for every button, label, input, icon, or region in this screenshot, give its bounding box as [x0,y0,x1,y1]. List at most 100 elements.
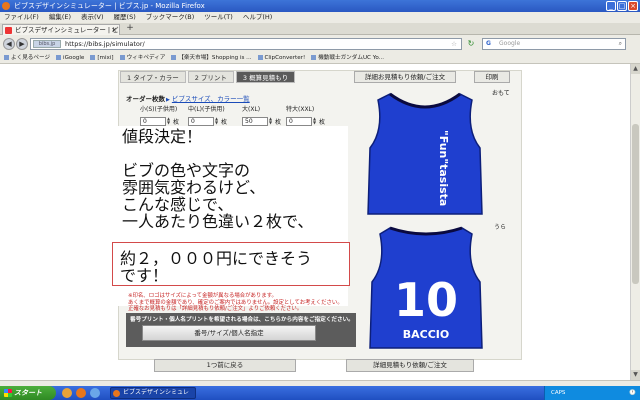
tab-simulator[interactable]: ビブスデザインシミュレーター | ビブス.jp × [2,24,120,44]
bookmark-item[interactable]: よく見るページ [4,53,50,63]
size-label: 特大(XXL) [286,106,315,113]
start-button[interactable]: スタート [0,386,56,400]
quick-launch-icon[interactable] [62,388,72,398]
number-size-name-button[interactable]: 番号/サイズ/個人名指定 [142,325,316,341]
reload-icon[interactable]: ↻ [466,39,476,49]
bookmark-item[interactable]: 機動戦士ガンダムUC Yo... [311,53,384,63]
size-xl: 大(XL) 50 ▲ ▼ 枚 [242,104,281,126]
annotation-text: 値段決定！ ビブの色や文字の 雰囲気変わるけど、 こんな感じで、 一人あたり色違… [122,127,314,231]
menu-help[interactable]: ヘルプ(H) [243,12,272,23]
tab-bar: ビブスデザインシミュレーター | ビブス.jp × + [0,23,640,44]
step-tabs: 1 タイプ・カラー 2 プリント 3 概算見積もり [120,71,297,83]
clock-icon: 🕐 [629,390,636,396]
step-estimate[interactable]: 3 概算見積もり [235,71,296,83]
bookmark-item[interactable]: 【楽天市場】Shopping is ... [171,53,251,63]
taskbar: スタート ビブスデザインシミュレー... CAPS 🕐 [0,386,640,400]
stepper-icon[interactable]: ▲ ▼ [269,117,273,126]
menu-file[interactable]: ファイル(F) [4,12,39,23]
front-label: おもて [492,90,510,97]
bib-back-name: BACCIO [403,328,450,341]
price-note-text: 約２，０００円にできそう です！ [120,249,313,285]
name-print-title: 番号プリント・個人名プリントを希望される場合は、こちらから内容をご指定ください。 [130,317,354,323]
menu-bookmarks[interactable]: ブックマーク(B) [146,12,195,23]
quantity-input[interactable]: 0 [188,117,214,126]
quick-launch [62,388,100,398]
search-icon[interactable]: ⌕ [619,39,622,49]
previous-step-button[interactable]: 1つ前に戻る [154,359,296,372]
bookmark-item[interactable]: ウィキペディア [120,53,166,63]
address-bar[interactable]: bibs.jp https://bibs.jp/simulator/ ☆ [30,38,462,50]
size-label: 大(XL) [242,106,261,113]
maximize-icon[interactable]: □ [617,1,627,11]
firefox-quick-icon[interactable] [76,388,86,398]
quantity-input[interactable]: 50 [242,117,268,126]
unit-label: 枚 [319,119,326,126]
unit-label: 枚 [173,119,180,126]
bookmark-star-icon[interactable]: ☆ [451,39,457,49]
scroll-up-icon[interactable]: ▲ [631,64,640,74]
size-s: 小(S)(子供用) 0 ▲ ▼ 枚 [140,104,179,126]
detailed-estimate-button[interactable]: 詳細見積もり依頼/ご注文 [346,359,474,372]
menu-view[interactable]: 表示(V) [81,12,104,23]
forward-arrow-icon[interactable]: ▶ [16,38,28,50]
scroll-down-icon[interactable]: ▼ [631,370,640,380]
estimate-warning: ※印名、ロゴはサイズによって金額が異なる場合があります。 あくまで概算の金額であ… [128,293,356,313]
bookmarks-bar: よく見るページ iGoogle [mixi] ウィキペディア 【楽天市場】Sho… [0,53,640,64]
warning-line: 正確なお見積もりは「詳細見積もり依頼/ご注文」よりご依頼ください。 [128,306,303,313]
search-placeholder: Google [499,40,521,47]
system-tray: CAPS 🕐 [544,386,640,400]
unit-label: 枚 [275,119,282,126]
order-count-label: オーダー枚数 [126,95,165,103]
size-xxl: 特大(XXL) 0 ▲ ▼ 枚 [286,104,325,126]
back-arrow-icon[interactable]: ◀ [3,38,15,50]
bookmark-item[interactable]: ClipConverter! [258,53,306,63]
new-tab-button[interactable]: + [124,24,136,34]
quantity-input[interactable]: 0 [140,117,166,126]
url-text: https://bibs.jp/simulator/ [65,40,145,48]
size-l: 中(L)(子供用) 0 ▲ ▼ 枚 [188,104,227,126]
quick-launch-icon[interactable] [90,388,100,398]
menu-history[interactable]: 履歴(S) [114,12,136,23]
window-title: ビブスデザインシミュレーター | ビブス.jp - Mozilla Firefo… [14,2,205,10]
bookmark-item[interactable]: [mixi] [90,53,113,63]
bib-back-preview: 10 BACCIO [369,226,483,349]
tab-close-icon[interactable]: × [111,25,117,35]
bib-front-body [367,93,483,215]
window-titlebar: ビブスデザインシミュレーター | ビブス.jp - Mozilla Firefo… [0,0,640,12]
bib-front-preview: "Fun"tasista [367,92,483,215]
bib-back-number: 10 [394,273,458,327]
bib-front-text: "Fun"tasista [437,130,450,206]
warning-line: ※印名、ロゴはサイズによって金額が異なる場合があります。 [128,293,277,299]
site-favicon-icon [5,27,12,34]
search-input[interactable]: G Google ⌕ [482,38,626,50]
google-icon: G [486,40,491,47]
close-icon[interactable]: × [628,1,638,11]
navigation-bar: ◀ ▶ bibs.jp https://bibs.jp/simulator/ ☆… [0,35,640,53]
minimize-icon[interactable]: _ [606,1,616,11]
size-label: 中(L)(子供用) [188,106,225,113]
unit-label: 枚 [221,119,228,126]
quantity-input[interactable]: 0 [286,117,312,126]
taskbar-window-button[interactable]: ビブスデザインシミュレー... [110,387,196,400]
menu-bar: ファイル(F) 編集(E) 表示(V) 履歴(S) ブックマーク(B) ツール(… [0,12,640,23]
size-color-link[interactable]: ビブスサイズ、カラー一覧 [166,93,250,103]
stepper-icon[interactable]: ▲ ▼ [215,117,219,126]
menu-edit[interactable]: 編集(E) [49,12,71,23]
bookmark-item[interactable]: iGoogle [56,53,84,63]
back-label: うら [494,224,507,231]
vertical-scrollbar[interactable]: ▲ ▼ [630,64,640,380]
menu-tools[interactable]: ツール(T) [204,12,233,23]
stepper-icon[interactable]: ▲ ▼ [313,117,317,126]
site-identity-badge[interactable]: bibs.jp [33,40,61,48]
window-controls: _ □ × [606,1,638,11]
print-button[interactable]: 印刷 [474,71,510,83]
firefox-icon [2,2,10,10]
scroll-thumb[interactable] [632,124,639,284]
size-label: 小(S)(子供用) [140,106,178,113]
step-type-color[interactable]: 1 タイプ・カラー [120,71,186,83]
tray-text: CAPS [551,390,566,396]
page-content: 1 タイプ・カラー 2 プリント 3 概算見積もり 詳細お見積もり依頼/ご注文 … [0,64,640,380]
stepper-icon[interactable]: ▲ ▼ [167,117,171,126]
step-print[interactable]: 2 プリント [187,71,234,83]
estimate-request-button[interactable]: 詳細お見積もり依頼/ご注文 [354,71,456,83]
